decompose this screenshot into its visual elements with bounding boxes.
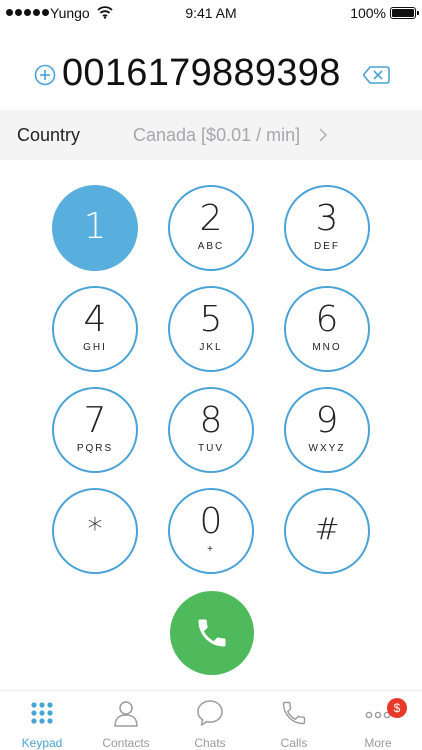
tab-contacts[interactable]: Contacts <box>84 691 168 750</box>
key-digit: # <box>314 512 340 547</box>
key-digit: 5 <box>199 299 223 340</box>
key-4[interactable]: 4 GHI <box>52 286 138 372</box>
key-digit: 8 <box>199 400 223 441</box>
battery-icon <box>390 7 419 19</box>
key-star[interactable]: * <box>52 488 138 574</box>
status-bar: Yungo 9:41 AM 100% <box>0 0 422 26</box>
key-letters: + <box>207 544 215 555</box>
backspace-icon[interactable] <box>362 65 390 85</box>
tab-label: Keypad <box>21 736 63 750</box>
dialed-number: 0016179889398 <box>62 52 341 94</box>
key-digit: 7 <box>83 400 107 441</box>
tab-keypad[interactable]: Keypad <box>0 691 84 750</box>
key-6[interactable]: 6 MNO <box>284 286 370 372</box>
battery-percentage: 100% <box>350 5 386 21</box>
plus-circle-icon[interactable] <box>34 64 56 86</box>
key-digit: * <box>87 512 103 547</box>
key-digit: 2 <box>199 198 223 239</box>
key-letters: MNO <box>312 342 342 353</box>
tab-bar: Keypad Contacts Chats Calls $ More <box>0 690 422 750</box>
number-display: 0016179889398 <box>0 48 422 98</box>
key-2[interactable]: 2 ABC <box>168 185 254 271</box>
key-letters: DEF <box>314 241 340 252</box>
person-icon <box>114 701 138 727</box>
key-0[interactable]: 0 + <box>168 488 254 574</box>
key-1[interactable]: 1 <box>52 185 138 271</box>
key-letters: PQRS <box>76 443 114 454</box>
tab-calls[interactable]: Calls <box>252 691 336 750</box>
key-letters: TUV <box>198 443 224 454</box>
key-3[interactable]: 3 DEF <box>284 185 370 271</box>
key-digit: 1 <box>83 206 107 247</box>
tab-chats[interactable]: Chats <box>168 691 252 750</box>
key-hash[interactable]: # <box>284 488 370 574</box>
key-letters: GHI <box>83 342 107 353</box>
key-digit: 4 <box>83 299 107 340</box>
key-digit: 3 <box>315 198 339 239</box>
tab-label: More <box>364 736 392 750</box>
chevron-right-icon <box>319 128 328 142</box>
notification-badge: $ <box>387 698 407 718</box>
phone-icon <box>198 619 226 647</box>
chat-bubble-icon <box>197 700 223 726</box>
key-8[interactable]: 8 TUV <box>168 387 254 473</box>
battery-fill <box>392 9 414 17</box>
phone-outline-icon <box>282 701 306 725</box>
key-9[interactable]: 9 WXYZ <box>284 387 370 473</box>
country-rate-value: Canada [$0.01 / min] <box>133 125 301 145</box>
key-digit: 0 <box>199 501 223 542</box>
tab-label: Contacts <box>102 736 150 750</box>
country-selector[interactable]: Country Canada [$0.01 / min] <box>0 110 422 160</box>
key-letters: JKL <box>199 342 223 353</box>
call-button[interactable] <box>170 591 254 675</box>
key-digit: 6 <box>315 299 339 340</box>
tab-label: Chats <box>194 736 226 750</box>
keypad-icon <box>31 702 53 724</box>
key-letters: WXYZ <box>308 443 346 454</box>
country-label: Country <box>17 125 81 145</box>
tab-label: Calls <box>280 736 308 750</box>
key-letters: ABC <box>197 241 225 252</box>
key-7[interactable]: 7 PQRS <box>52 387 138 473</box>
tab-more[interactable]: $ More <box>336 691 420 750</box>
key-5[interactable]: 5 JKL <box>168 286 254 372</box>
key-digit: 9 <box>315 400 339 441</box>
